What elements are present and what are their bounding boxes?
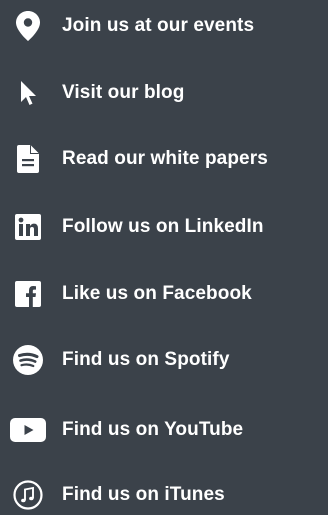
spotify-icon [10,342,46,378]
link-linkedin-label: Follow us on LinkedIn [62,216,264,237]
link-events-label: Join us at our events [62,15,255,36]
facebook-icon [10,276,46,312]
linkedin-icon [10,209,46,245]
link-blog[interactable]: Visit our blog [0,73,328,113]
youtube-icon [10,412,46,448]
document-icon [10,141,46,177]
map-pin-icon [10,8,46,44]
link-linkedin[interactable]: Follow us on LinkedIn [0,207,328,247]
link-youtube-label: Find us on YouTube [62,419,244,440]
link-spotify-label: Find us on Spotify [62,349,230,370]
link-events[interactable]: Join us at our events [0,6,328,46]
link-itunes[interactable]: Find us on iTunes [0,475,328,515]
link-facebook-label: Like us on Facebook [62,283,252,304]
cursor-arrow-icon [10,75,46,111]
social-links-menu: Join us at our events Visit our blog Rea… [0,0,328,510]
link-facebook[interactable]: Like us on Facebook [0,274,328,314]
link-blog-label: Visit our blog [62,82,185,103]
link-spotify[interactable]: Find us on Spotify [0,340,328,380]
link-white-papers-label: Read our white papers [62,148,268,169]
link-youtube[interactable]: Find us on YouTube [0,410,328,450]
link-white-papers[interactable]: Read our white papers [0,139,328,179]
link-itunes-label: Find us on iTunes [62,484,225,505]
